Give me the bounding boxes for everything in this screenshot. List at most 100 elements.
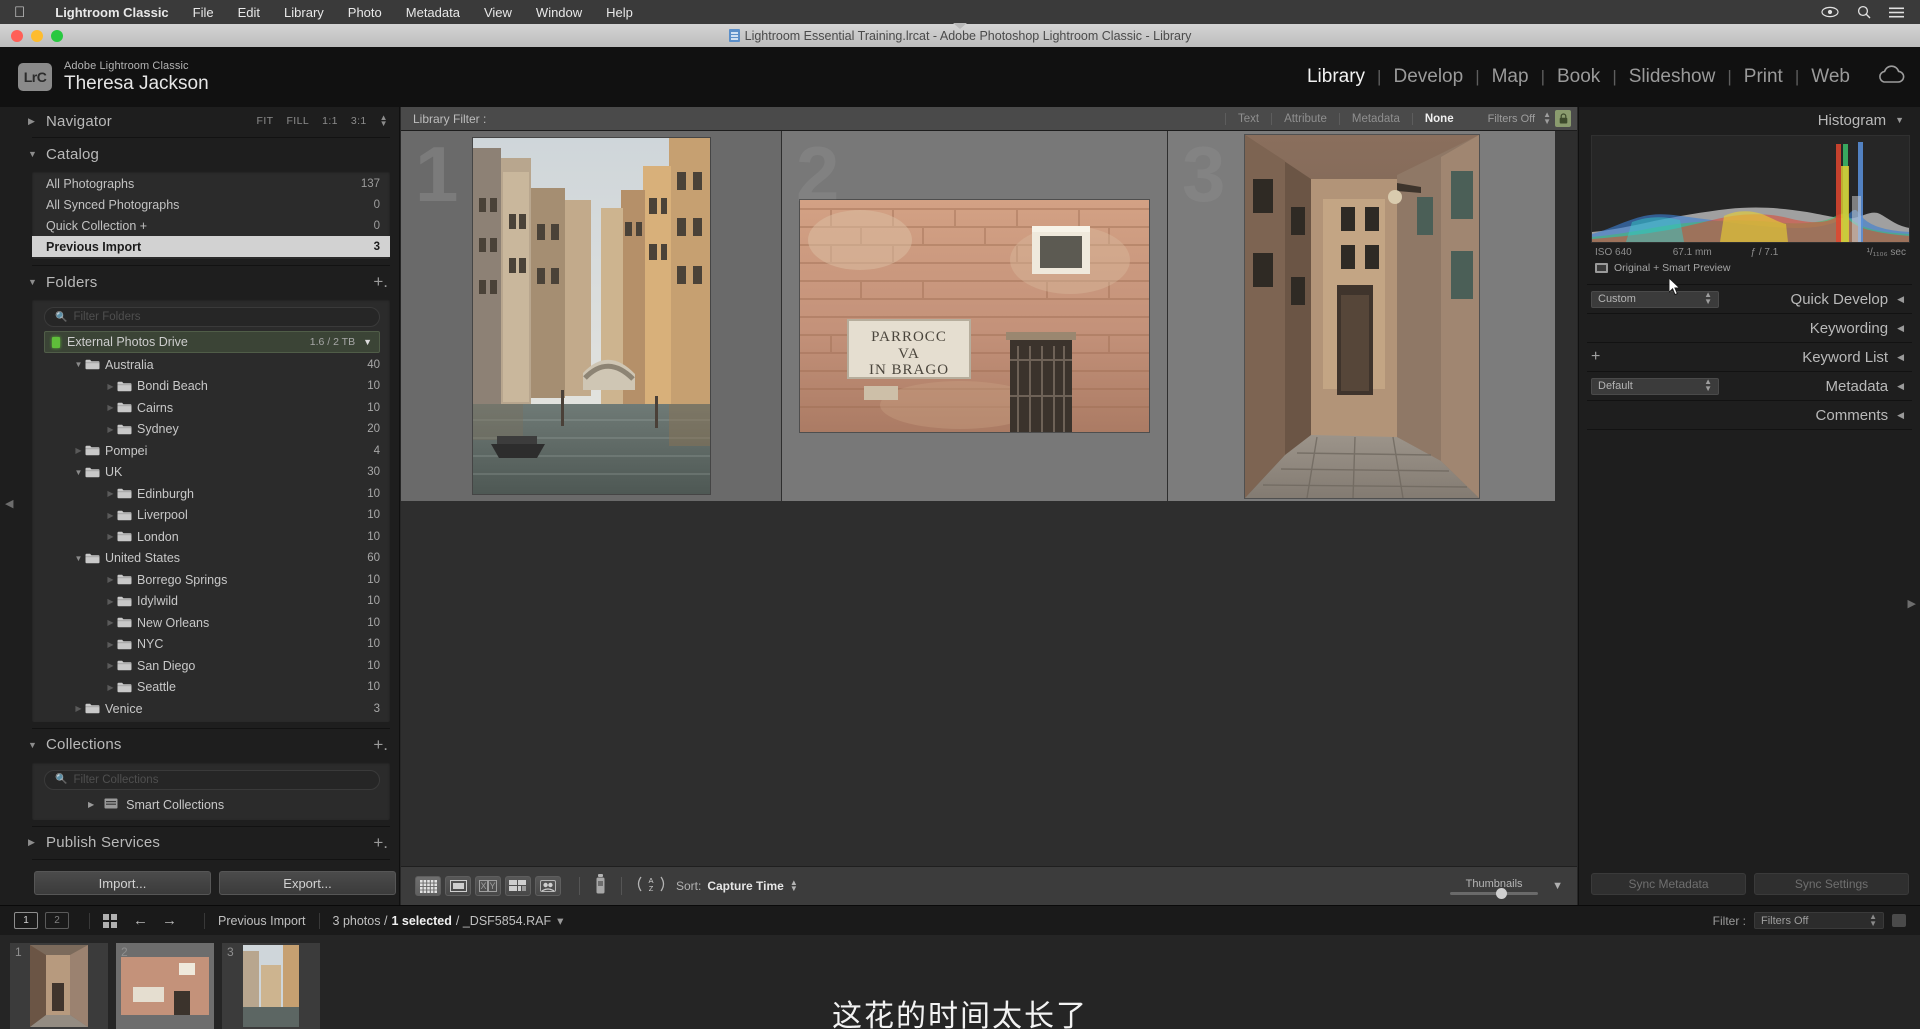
quick-develop-preset-select[interactable]: Custom ▲ ▼: [1591, 290, 1719, 308]
folder-twisty[interactable]: ▶: [104, 489, 117, 498]
folder-twisty[interactable]: ▶: [104, 532, 117, 541]
histogram-header[interactable]: Histogram ▼: [1579, 107, 1920, 133]
menu-help[interactable]: Help: [594, 5, 645, 20]
lock-icon[interactable]: [1555, 110, 1571, 127]
filmstrip-toggle-icon[interactable]: [1892, 914, 1906, 927]
survey-view-icon[interactable]: [505, 876, 531, 896]
export-button[interactable]: Export...: [219, 871, 396, 895]
zoom-1-1[interactable]: 1:1: [322, 115, 338, 127]
sort-az-icon[interactable]: A Z: [636, 875, 666, 898]
menu-photo[interactable]: Photo: [336, 5, 394, 20]
sort-stepper[interactable]: ▲ ▼: [790, 878, 798, 892]
sync-settings-button[interactable]: Sync Settings: [1754, 873, 1909, 895]
folder-row[interactable]: ▼ UK 30: [32, 462, 390, 484]
folder-row[interactable]: ▶ Liverpool 10: [32, 505, 390, 527]
grid-icon[interactable]: [103, 913, 117, 928]
slider-knob[interactable]: [1496, 887, 1508, 899]
volume-external-photos-drive[interactable]: External Photos Drive 1.6 / 2 TB ▼: [44, 331, 380, 353]
right-panel-collapse-arrow[interactable]: ▶: [1908, 597, 1916, 610]
filmstrip-filter-select[interactable]: Filters Off ▲ ▼: [1754, 912, 1884, 929]
filter-text[interactable]: Text: [1224, 112, 1271, 125]
catalog-item-all-synced-photographs[interactable]: All Synced Photographs 0: [32, 194, 390, 215]
folder-row[interactable]: ▶ Idylwild 10: [32, 591, 390, 613]
folder-twisty[interactable]: ▼: [72, 360, 85, 369]
module-web[interactable]: Web: [1799, 66, 1862, 88]
import-button[interactable]: Import...: [34, 871, 211, 895]
publish-services-header[interactable]: ▶ Publish Services +.: [28, 829, 400, 857]
folder-row[interactable]: ▶ Venice 3: [32, 698, 390, 720]
eye-icon[interactable]: [1821, 6, 1839, 18]
folder-twisty[interactable]: ▶: [104, 661, 117, 670]
chevron-down-icon[interactable]: ▼: [1552, 880, 1563, 892]
sync-metadata-button[interactable]: Sync Metadata: [1591, 873, 1746, 895]
collections-twisty[interactable]: ▼: [28, 740, 46, 750]
loupe-view-icon[interactable]: [445, 876, 471, 896]
cloud-sync-icon[interactable]: [1876, 64, 1906, 90]
identity-plate[interactable]: Adobe Lightroom Classic Theresa Jackson: [64, 60, 209, 94]
grid-cell-2[interactable]: 2 PARROCC VA IN BRAGO: [782, 131, 1167, 501]
menu-lightroom-classic[interactable]: Lightroom Classic: [43, 5, 180, 20]
folder-twisty[interactable]: ▶: [104, 575, 117, 584]
panel-keywording[interactable]: Keywording ◀: [1579, 314, 1920, 342]
folder-twisty[interactable]: ▶: [104, 618, 117, 627]
plus-icon[interactable]: +.: [373, 833, 400, 853]
module-slideshow[interactable]: Slideshow: [1617, 66, 1728, 88]
folder-row[interactable]: ▶ London 10: [32, 526, 390, 548]
apple-icon[interactable]: : [14, 5, 25, 20]
filter-none[interactable]: None: [1411, 112, 1466, 125]
chevron-left-icon[interactable]: ◀: [1897, 294, 1904, 305]
menu-file[interactable]: File: [181, 5, 226, 20]
filmstrip-dropdown-icon[interactable]: ▾: [557, 913, 563, 928]
menu-window[interactable]: Window: [524, 5, 594, 20]
folder-twisty[interactable]: ▶: [104, 511, 117, 520]
publish-services-twisty[interactable]: ▶: [28, 837, 46, 848]
thumbnail-size-slider[interactable]: Thumbnails: [1450, 878, 1539, 899]
folders-header[interactable]: ▼ Folders +.: [28, 268, 400, 296]
screen-1-button[interactable]: 1: [14, 912, 38, 929]
slider-track[interactable]: [1450, 887, 1539, 899]
zoom-fill[interactable]: FILL: [286, 115, 309, 127]
zoom-fit[interactable]: FIT: [257, 115, 274, 127]
grid-cell-3[interactable]: 3: [1168, 131, 1555, 501]
collection-item-smart-collections[interactable]: ▶ Smart Collections: [32, 794, 390, 816]
module-print[interactable]: Print: [1732, 66, 1795, 88]
catalog-header[interactable]: ▼ Catalog: [28, 140, 400, 168]
folder-filter-input[interactable]: 🔍 Filter Folders: [44, 307, 380, 327]
navigator-twisty[interactable]: ▶: [28, 116, 46, 127]
folder-twisty[interactable]: ▶: [104, 640, 117, 649]
folder-row[interactable]: ▶ Sydney 20: [32, 419, 390, 441]
module-map[interactable]: Map: [1480, 66, 1541, 88]
folder-twisty[interactable]: ▼: [72, 468, 85, 477]
folder-row[interactable]: ▼ United States 60: [32, 548, 390, 570]
menu-metadata[interactable]: Metadata: [394, 5, 472, 20]
forward-arrow-icon[interactable]: →: [162, 912, 177, 929]
plus-icon[interactable]: +.: [373, 735, 400, 755]
module-book[interactable]: Book: [1545, 66, 1612, 88]
plus-icon[interactable]: +: [1591, 348, 1611, 366]
folder-row[interactable]: ▶ New Orleans 10: [32, 612, 390, 634]
catalog-item-previous-import[interactable]: Previous Import 3: [32, 236, 390, 257]
filter-attribute[interactable]: Attribute: [1271, 112, 1339, 125]
folders-twisty[interactable]: ▼: [28, 277, 46, 287]
venice-canal-photo[interactable]: [472, 138, 710, 494]
folder-twisty[interactable]: ▶: [104, 382, 117, 391]
folder-row[interactable]: ▶ San Diego 10: [32, 655, 390, 677]
back-arrow-icon[interactable]: ←: [133, 912, 148, 929]
people-view-icon[interactable]: [535, 876, 561, 896]
compare-view-icon[interactable]: X Y: [475, 876, 501, 896]
filmstrip-source[interactable]: Previous Import: [218, 914, 306, 928]
plus-icon[interactable]: +.: [373, 272, 400, 292]
histogram-chart[interactable]: [1591, 135, 1910, 243]
folder-row[interactable]: ▶ NYC 10: [32, 634, 390, 656]
metadata-preset-select[interactable]: Default ▲ ▼: [1591, 377, 1719, 395]
screen-2-button[interactable]: 2: [45, 912, 69, 929]
menu-view[interactable]: View: [472, 5, 524, 20]
spray-can-icon[interactable]: [594, 873, 607, 899]
drive-twisty[interactable]: ▼: [363, 337, 372, 347]
sort-value[interactable]: Capture Time: [707, 879, 783, 893]
zoom-stepper[interactable]: ▲ ▼: [380, 113, 388, 127]
navigator-header[interactable]: ▶ Navigator FIT FILL 1:1 3:1 ▲ ▼: [28, 107, 400, 135]
panel-quick-develop[interactable]: Custom ▲ ▼ Quick Develop ◀: [1579, 285, 1920, 313]
grid-cell-1[interactable]: 1: [401, 131, 781, 501]
filter-metadata[interactable]: Metadata: [1338, 112, 1412, 125]
